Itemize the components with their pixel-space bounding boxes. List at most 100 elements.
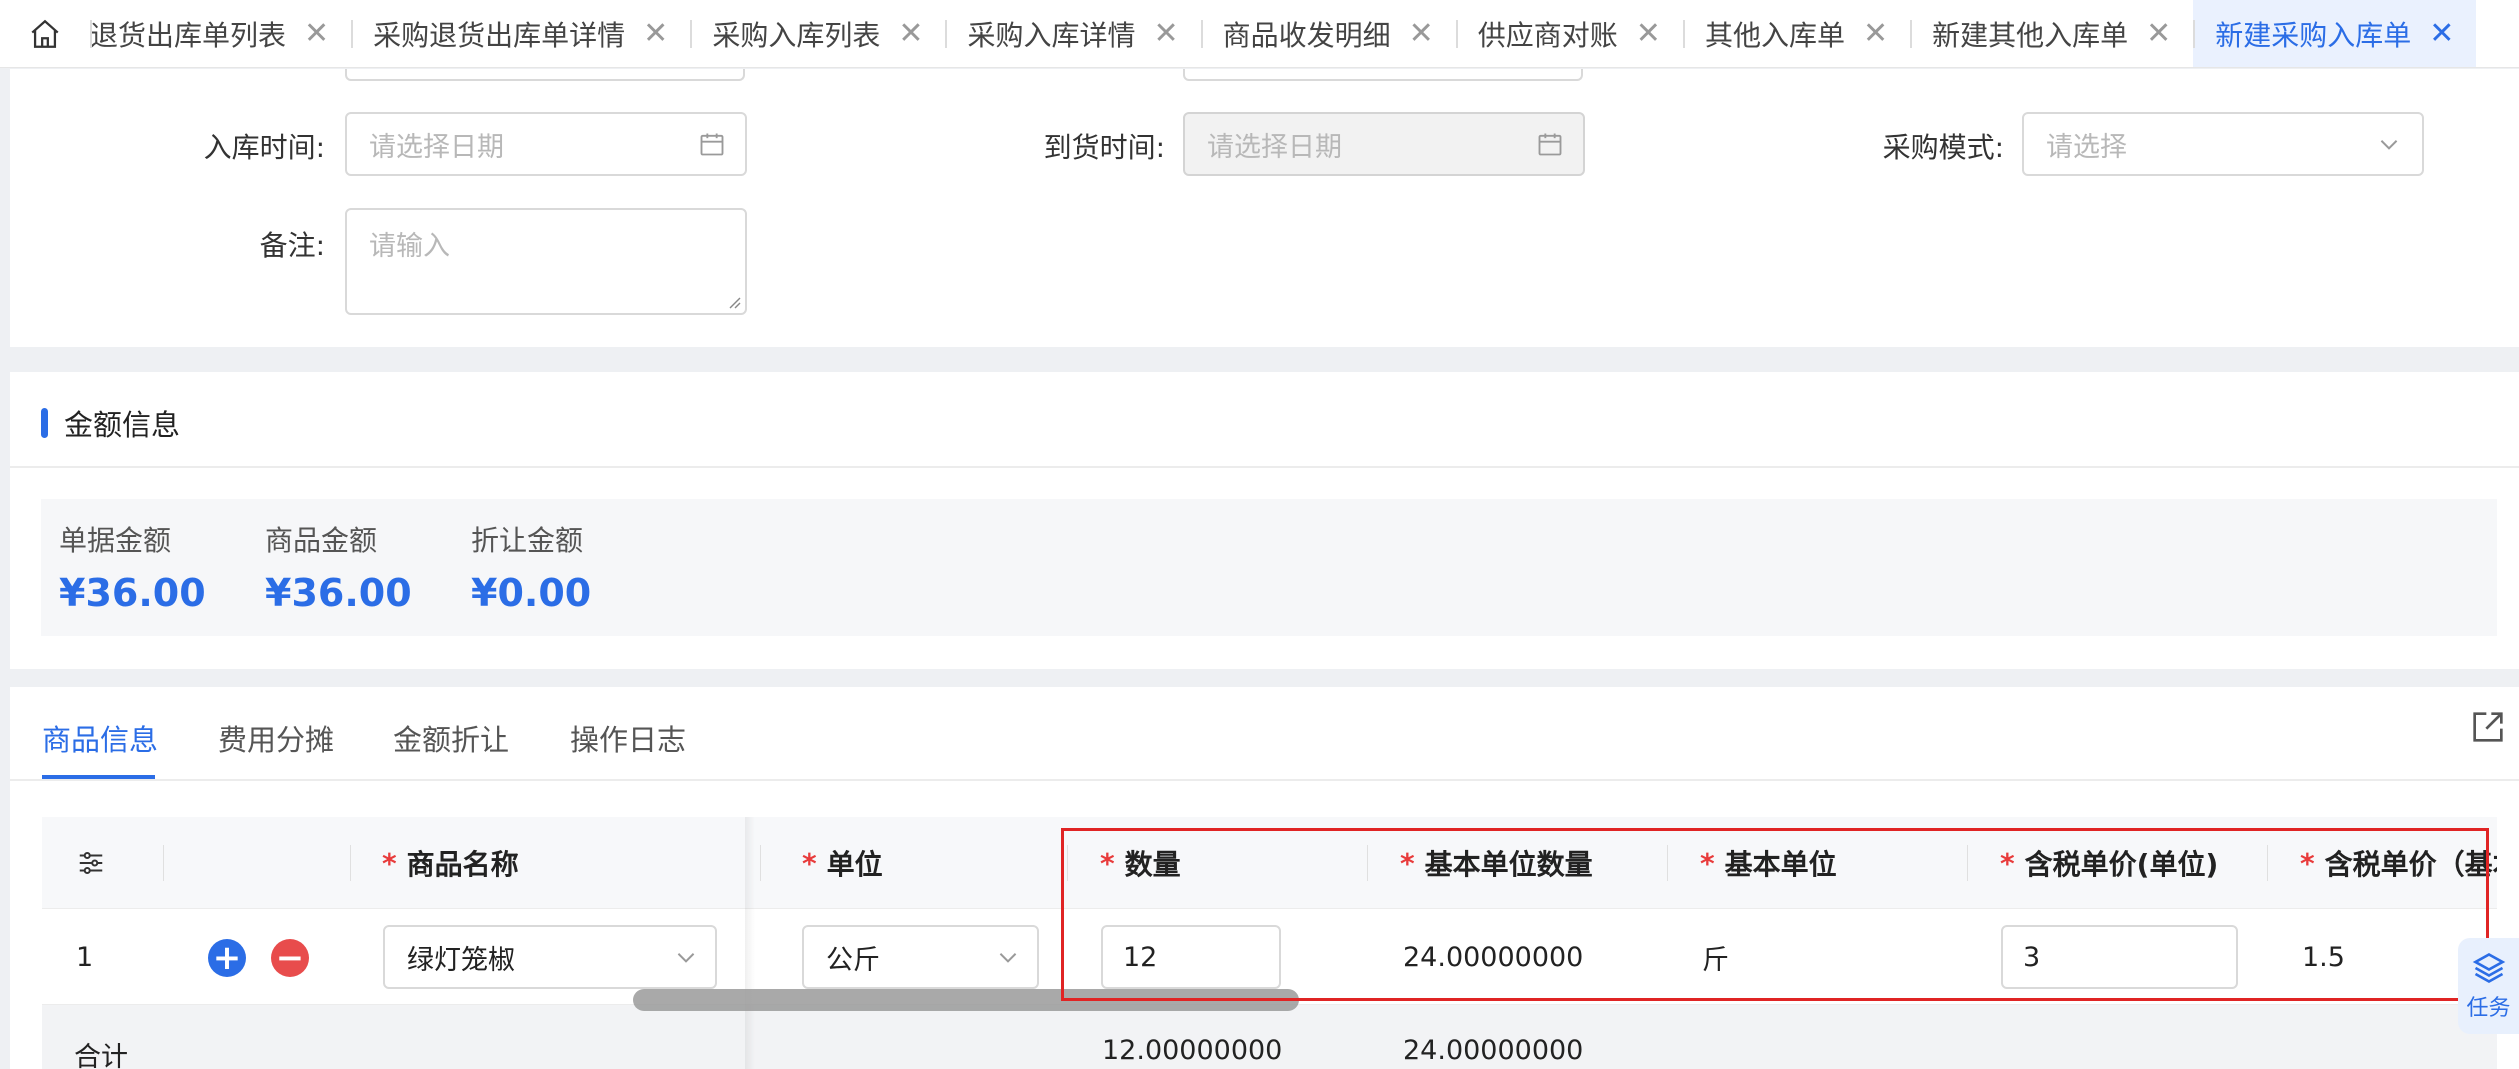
header-unit: * 单位 [802, 817, 883, 909]
arrival-time-picker[interactable]: 请选择日期 [1183, 112, 1585, 176]
quantity-value: 12 [1123, 941, 1158, 973]
required-mark: * [802, 846, 817, 880]
required-mark: * [2000, 846, 2015, 880]
goods-amount-label: 商品金额 [265, 524, 378, 557]
header-text: 含税单价（基本 [2324, 848, 2497, 881]
goods-amount: 商品金额 ¥36.00 [265, 519, 412, 615]
remark-label: 备注: [259, 229, 325, 262]
required-mark: * [1100, 846, 1115, 880]
close-icon[interactable]: ✕ [1863, 18, 1888, 49]
base-quantity-value: 24.00000000 [1403, 941, 1584, 973]
tab-return-outbound-detail[interactable]: 采购退货出库单详情 ✕ [351, 0, 690, 67]
chevron-down-icon [677, 953, 695, 963]
fixed-column-shadow [745, 817, 755, 1069]
document-amount-value: ¥36.00 [59, 571, 206, 615]
header-text: 单位 [826, 848, 883, 881]
tab-purchase-inbound-detail[interactable]: 采购入库详情 ✕ [945, 0, 1200, 67]
layers-icon [2472, 952, 2505, 984]
column-separator [2267, 845, 2268, 881]
tab-new-other-inbound[interactable]: 新建其他入库单 ✕ [1910, 0, 2193, 67]
tab-purchase-inbound-list[interactable]: 采购入库列表 ✕ [690, 0, 945, 67]
close-icon[interactable]: ✕ [1153, 18, 1178, 49]
close-icon[interactable]: ✕ [1409, 18, 1434, 49]
export-icon[interactable] [2468, 707, 2508, 747]
goods-amount-value: ¥36.00 [265, 571, 412, 615]
unit-value: 公斤 [826, 944, 880, 976]
column-separator [163, 845, 164, 881]
tax-price-unit-input[interactable]: 3 [2001, 925, 2238, 989]
total-label: 合计 [74, 1042, 128, 1069]
tab-cost-allocation[interactable]: 费用分摊 [218, 717, 334, 759]
home-tab[interactable] [0, 0, 90, 67]
tab-operation-log[interactable]: 操作日志 [570, 717, 686, 759]
header-text: 基本单位数量 [1424, 848, 1593, 881]
tab-label: 采购入库详情 [967, 18, 1136, 52]
close-icon[interactable]: ✕ [2429, 18, 2454, 49]
chevron-down-icon [999, 953, 1017, 963]
close-icon[interactable]: ✕ [304, 18, 329, 49]
close-icon[interactable]: ✕ [1636, 18, 1661, 49]
tax-price-unit-value: 3 [2023, 941, 2041, 973]
tab-label: 商品收发明细 [1222, 18, 1391, 52]
tab-return-outbound-list[interactable]: 退货出库单列表 ✕ [90, 0, 351, 67]
column-separator [1967, 845, 1968, 881]
tabs-bar: 退货出库单列表 ✕ 采购退货出库单详情 ✕ 采购入库列表 ✕ 采购入库详情 ✕ … [0, 0, 2519, 68]
remove-row-button[interactable]: − [271, 939, 309, 977]
header-text: 基本单位 [1724, 848, 1837, 881]
inbound-time-picker[interactable]: 请选择日期 [345, 112, 747, 176]
tab-amount-discount[interactable]: 金额折让 [393, 717, 509, 759]
purchase-mode-select[interactable]: 请选择 [2022, 112, 2424, 176]
home-icon [31, 19, 59, 48]
required-mark: * [1700, 846, 1715, 880]
table-footer-total: 合计 12.00000000 24.00000000 [42, 1005, 2497, 1069]
tab-new-purchase-inbound[interactable]: 新建采购入库单 ✕ [2193, 0, 2477, 67]
remark-textarea[interactable]: 请输入 [345, 208, 747, 315]
inbound-time-placeholder: 请选择日期 [369, 131, 504, 163]
tab-supplier-reconciliation[interactable]: 供应商对账 ✕ [1455, 0, 1683, 67]
total-quantity: 12.00000000 [1102, 1035, 1283, 1066]
previous-row-input[interactable] [345, 69, 745, 81]
arrival-time-placeholder: 请选择日期 [1207, 131, 1342, 163]
unit-select[interactable]: 公斤 [802, 925, 1039, 989]
amount-section-title: 金额信息 [41, 402, 180, 444]
resize-handle-icon[interactable] [725, 293, 741, 309]
task-label: 任务 [2466, 996, 2511, 1021]
header-base-quantity: * 基本单位数量 [1400, 817, 1593, 909]
quantity-input[interactable]: 12 [1101, 925, 1281, 989]
calendar-icon [697, 129, 727, 159]
divider [10, 466, 2519, 468]
total-base-quantity: 24.00000000 [1403, 1035, 1584, 1066]
task-float-button[interactable]: 任务 [2458, 938, 2519, 1034]
product-name-select[interactable]: 绿灯笼椒 [383, 925, 717, 989]
column-separator [760, 845, 761, 881]
horizontal-scrollbar[interactable] [633, 989, 1299, 1011]
header-tax-price-unit: * 含税单价(单位) [2000, 817, 2218, 909]
tab-goods-flow-detail[interactable]: 商品收发明细 ✕ [1200, 0, 1456, 67]
tab-label: 其他入库单 [1704, 18, 1845, 52]
tab-label: 新建其他入库单 [1932, 18, 2129, 52]
header-text: 含税单价(单位) [2024, 848, 2219, 881]
close-icon[interactable]: ✕ [2146, 18, 2171, 49]
tab-label: 退货出库单列表 [90, 18, 287, 52]
tab-product-info[interactable]: 商品信息 [42, 717, 158, 759]
inbound-time-label: 入库时间: [203, 131, 325, 164]
amount-summary-panel: 单据金额 ¥36.00 商品金额 ¥36.00 折让金额 ¥0.00 [41, 499, 2497, 636]
close-icon[interactable]: ✕ [643, 18, 668, 49]
header-tax-price-base: * 含税单价（基本 [2300, 817, 2497, 909]
table-header: * 商品名称 * 单位 * 数量 * 基本单位数量 * 基本单位 * 含税单价(单位) * 含… [42, 817, 2497, 909]
tab-other-inbound[interactable]: 其他入库单 ✕ [1682, 0, 1910, 67]
column-settings-icon[interactable] [76, 817, 106, 909]
header-product-name: * 商品名称 [382, 817, 519, 909]
close-icon[interactable]: ✕ [898, 18, 923, 49]
discount-amount-label: 折让金额 [471, 524, 584, 557]
required-mark: * [1400, 846, 1415, 880]
required-mark: * [2300, 846, 2315, 880]
previous-row-input[interactable] [1183, 69, 1583, 81]
tab-label: 供应商对账 [1477, 18, 1618, 52]
discount-amount: 折让金额 ¥0.00 [471, 519, 591, 615]
header-quantity: * 数量 [1100, 817, 1181, 909]
product-section: 商品信息 费用分摊 金额折让 操作日志 * 商品名称 * 单位 * 数量 * 基本单位数… [10, 687, 2519, 1069]
amount-title-text: 金额信息 [64, 408, 181, 442]
tab-label: 新建采购入库单 [2215, 18, 2412, 52]
add-row-button[interactable]: + [208, 939, 246, 977]
